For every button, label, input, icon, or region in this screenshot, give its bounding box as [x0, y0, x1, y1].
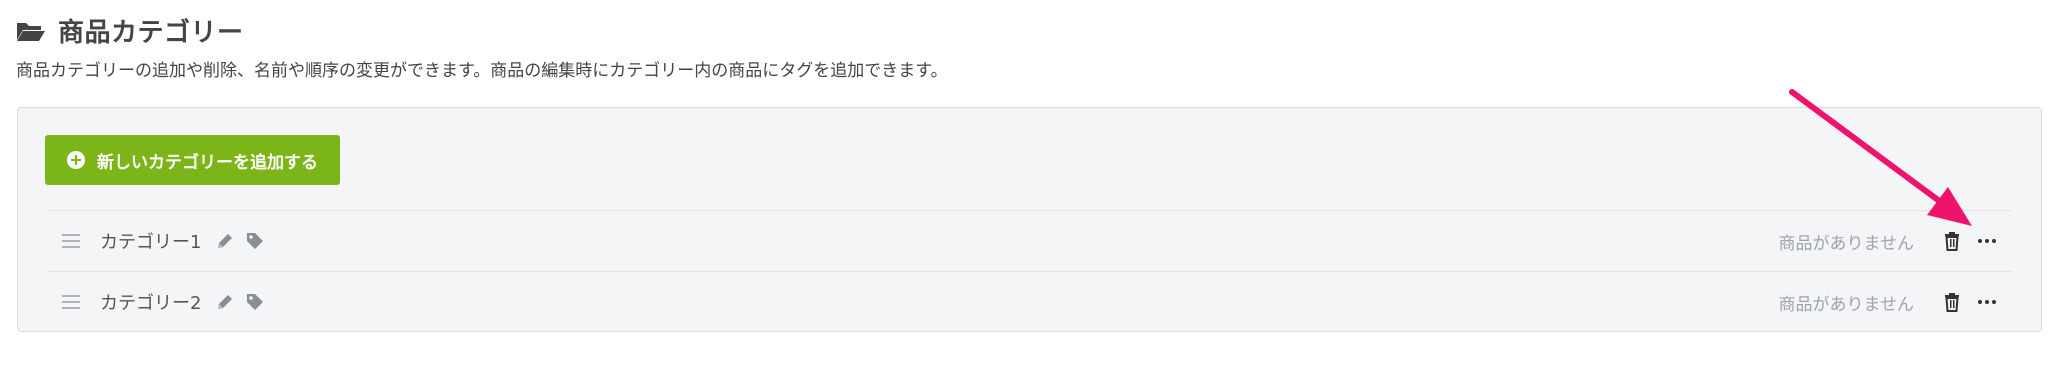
- plus-circle-icon: [67, 151, 85, 169]
- category-status: 商品がありません: [1778, 294, 1915, 315]
- category-row: カテゴリー2 商品がありません: [47, 271, 2012, 332]
- folder-open-icon: [17, 22, 45, 41]
- category-name: カテゴリー2: [100, 293, 202, 314]
- page-description: 商品カテゴリーの追加や削除、名前や順序の変更ができます。商品の編集時にカテゴリー…: [16, 61, 948, 81]
- pencil-icon[interactable]: [215, 292, 235, 312]
- more-options-icon[interactable]: [1978, 300, 1996, 304]
- category-list: カテゴリー1 商品がありません カテゴリー2 商品がありません: [47, 210, 2012, 332]
- page-header: 商品カテゴリー: [16, 12, 244, 49]
- tag-icon[interactable]: [245, 231, 265, 251]
- add-category-label: 新しいカテゴリーを追加する: [97, 152, 318, 173]
- category-name: カテゴリー1: [100, 232, 202, 253]
- category-panel: 新しいカテゴリーを追加する カテゴリー1 商品がありません カテゴリー2 商品が…: [17, 107, 2042, 332]
- trash-icon[interactable]: [1944, 231, 1960, 251]
- trash-icon[interactable]: [1944, 292, 1960, 312]
- pencil-icon[interactable]: [215, 231, 235, 251]
- category-row: カテゴリー1 商品がありません: [47, 210, 2012, 271]
- tag-icon[interactable]: [245, 292, 265, 312]
- add-category-button[interactable]: 新しいカテゴリーを追加する: [45, 135, 340, 185]
- category-status: 商品がありません: [1778, 233, 1915, 254]
- page-title: 商品カテゴリー: [58, 18, 244, 48]
- drag-handle-icon[interactable]: [62, 295, 80, 309]
- drag-handle-icon[interactable]: [62, 234, 80, 248]
- more-options-icon[interactable]: [1978, 239, 1996, 243]
